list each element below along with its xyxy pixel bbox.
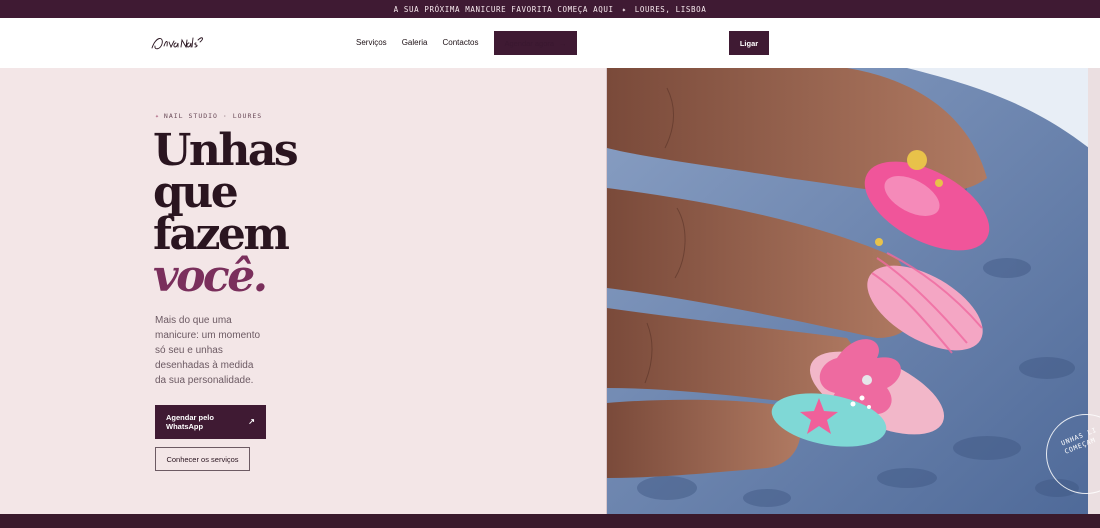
hero-headline: Unhas que fazem você.: [153, 125, 299, 302]
announcement-location: LOURES, LISBOA: [634, 4, 707, 14]
book-now-button[interactable]: Agendar agora →: [494, 31, 577, 55]
eyebrow-text: NAIL STUDIO · LOURES: [163, 112, 263, 120]
hero-eyebrow: ✦ NAIL STUDIO · LOURES: [155, 112, 262, 120]
headline-line-2: que: [153, 167, 239, 218]
next-section-strip: [0, 514, 1100, 528]
manicure-illustration: [607, 68, 1088, 514]
hero-description: Mais do que uma manicure: um momento só …: [155, 315, 261, 386]
whatsapp-button-label: Agendar pelo WhatsApp: [166, 413, 214, 431]
announcement-bar: A SUA PRÓXIMA MANICURE FAVORITA COMEÇA A…: [0, 0, 1100, 18]
announcement-text: A SUA PRÓXIMA MANICURE FAVORITA COMEÇA A…: [393, 4, 614, 14]
headline-line-3: fazem: [153, 209, 290, 260]
headline-accent: você.: [153, 251, 268, 302]
sparkle-icon: ✦: [155, 112, 160, 120]
nav-link-servicos[interactable]: Serviços: [356, 38, 387, 47]
headline-line-1: Unhas: [153, 125, 299, 176]
hero-text-panel: [0, 68, 606, 514]
services-button[interactable]: Conhecer os serviços: [155, 447, 250, 471]
brand-logo[interactable]: [150, 32, 206, 54]
sparkle-icon: ✦: [621, 4, 627, 14]
arrow-right-icon: →: [559, 38, 567, 48]
nav-link-galeria[interactable]: Galeria: [402, 38, 428, 47]
main-navigation: Serviços Galeria Contactos Agendar agora…: [0, 18, 1100, 68]
hero-nail-photo: [606, 68, 1088, 514]
logo-script-mark: [151, 37, 204, 50]
nav-menu: Serviços Galeria Contactos: [356, 38, 479, 47]
arrow-up-right-icon: ↗: [248, 417, 255, 426]
nav-link-contactos[interactable]: Contactos: [442, 38, 478, 47]
book-now-label: Agendar agora: [504, 38, 555, 48]
whatsapp-booking-button[interactable]: Agendar pelo WhatsApp ↗: [155, 405, 266, 439]
call-button[interactable]: Ligar: [729, 31, 769, 55]
